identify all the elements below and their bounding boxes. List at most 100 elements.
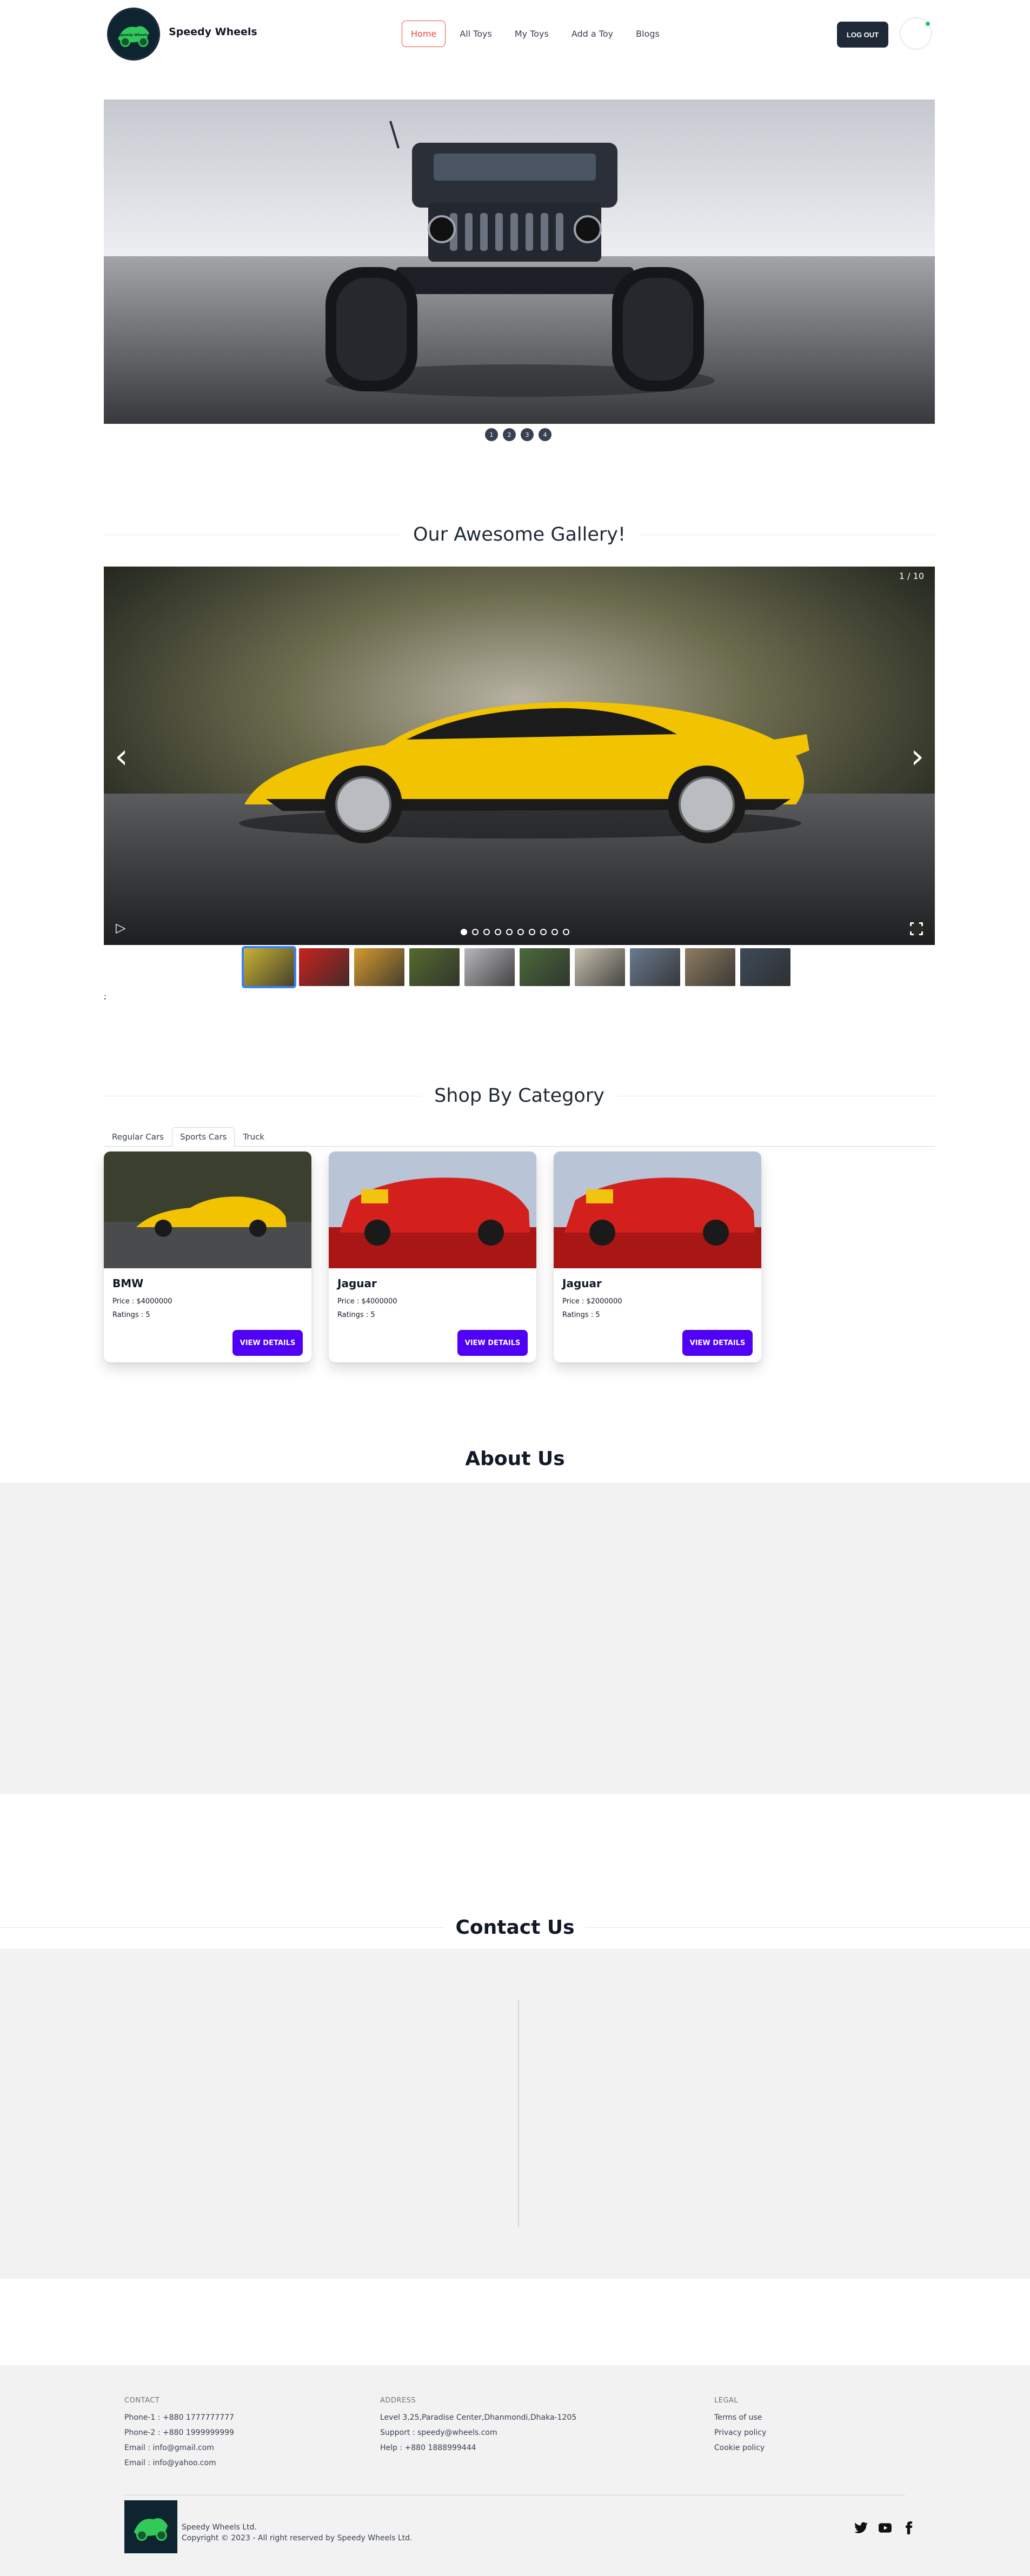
terms-link[interactable]: Terms of use [714, 2413, 766, 2422]
tab-sports-cars[interactable]: Sports Cars [171, 1127, 235, 1147]
product-cards: BMW Price : $4000000 Ratings : 5 VIEW DE… [104, 1151, 761, 1362]
footer-phone-1[interactable]: Phone-1 : +880 1777777777 [124, 2413, 234, 2422]
gallery-next-arrow-icon[interactable]: › [911, 740, 924, 773]
tab-truck[interactable]: Truck [235, 1127, 273, 1146]
product-rating: Ratings : 5 [112, 1311, 150, 1319]
logo-text: Speedy Wheels [119, 34, 149, 37]
nav-blogs[interactable]: Blogs [627, 21, 668, 46]
play-icon[interactable]: ▷ [116, 920, 125, 935]
shop-heading: Shop By Category [104, 1082, 935, 1109]
gallery-thumbnail[interactable] [464, 948, 515, 986]
footer-address: ADDRESS Level 3,25,Paradise Center,Dhanm… [380, 2397, 576, 2459]
gallery-image-yellow-sports-car [104, 567, 935, 945]
footer: CONTACT Phone-1 : +880 1777777777 Phone-… [0, 2365, 1030, 2576]
gallery-thumbnails [242, 946, 790, 988]
contact-content [0, 1949, 1030, 2279]
privacy-link[interactable]: Privacy policy [714, 2428, 766, 2437]
user-avatar[interactable] [900, 17, 932, 50]
gallery-dot[interactable] [563, 929, 569, 935]
product-name: Jaguar [562, 1277, 602, 1290]
company-name: Speedy Wheels Ltd. [182, 2523, 257, 2532]
nav-my-toys[interactable]: My Toys [506, 21, 557, 46]
gallery-heading: Our Awesome Gallery! [104, 521, 935, 548]
navbar: Speedy Wheels Speedy Wheels Home All Toy… [0, 0, 1030, 68]
logout-button[interactable]: LOG OUT [837, 22, 888, 48]
gallery-thumbnail[interactable] [575, 948, 625, 986]
gallery-thumbnail[interactable] [409, 948, 460, 986]
footer-support[interactable]: Support : speedy@wheels.com [380, 2428, 576, 2437]
gallery-dot[interactable] [551, 929, 558, 935]
youtube-icon[interactable] [878, 2521, 892, 2535]
gallery-prev-arrow-icon[interactable]: ‹ [115, 740, 128, 773]
footer-help[interactable]: Help : +880 1888999444 [380, 2444, 576, 2452]
footer-heading: LEGAL [714, 2397, 739, 2405]
gallery-dot[interactable] [540, 929, 547, 935]
gallery-dot[interactable] [517, 929, 524, 935]
hero-dot-4[interactable]: 4 [539, 428, 551, 441]
divider-line [0, 1927, 445, 1928]
product-card: Jaguar Price : $4000000 Ratings : 5 VIEW… [329, 1151, 536, 1362]
product-name: BMW [112, 1277, 144, 1290]
hero-dot-1[interactable]: 1 [485, 428, 498, 441]
product-image [554, 1151, 761, 1268]
nav-add-toy[interactable]: Add a Toy [563, 21, 622, 46]
facebook-icon[interactable] [902, 2521, 916, 2535]
gallery-title: Our Awesome Gallery! [413, 524, 626, 545]
hero-dot-2[interactable]: 2 [503, 428, 516, 441]
product-card: Jaguar Price : $2000000 Ratings : 5 VIEW… [554, 1151, 761, 1362]
tab-regular-cars[interactable]: Regular Cars [104, 1127, 172, 1146]
gallery-slider: 1 / 10 ‹ › ▷ [104, 567, 935, 945]
shop-title: Shop By Category [434, 1085, 604, 1107]
contact-title: Contact Us [455, 1916, 575, 1939]
hero-dot-3[interactable]: 3 [521, 428, 534, 441]
gallery-dot[interactable] [506, 929, 513, 935]
brand-logo[interactable]: Speedy Wheels [107, 8, 160, 61]
product-name: Jaguar [337, 1277, 377, 1290]
twitter-icon[interactable] [854, 2521, 868, 2535]
nav-home[interactable]: Home [402, 21, 446, 47]
footer-heading: ADDRESS [380, 2397, 416, 2405]
category-tabs: Regular Cars Sports Cars Truck [104, 1127, 935, 1147]
about-content [0, 1483, 1030, 1794]
gallery-dot[interactable] [461, 929, 467, 935]
gallery-thumbnail[interactable] [630, 948, 680, 986]
view-details-button[interactable]: VIEW DETAILS [457, 1330, 528, 1356]
hero-carousel [104, 99, 935, 424]
gallery-dots [461, 929, 569, 935]
contact-divider [518, 2000, 519, 2227]
gallery-dot[interactable] [529, 929, 535, 935]
footer-copyright: Speedy Wheels Ltd. Copyright © 2023 - Al… [182, 2522, 412, 2544]
view-details-button[interactable]: VIEW DETAILS [682, 1330, 753, 1356]
product-rating: Ratings : 5 [562, 1311, 600, 1319]
gallery-thumbnail[interactable] [520, 948, 570, 986]
divider-line [585, 1927, 1030, 1928]
nav-all-toys[interactable]: All Toys [451, 21, 501, 46]
footer-email-1[interactable]: Email : info@gmail.com [124, 2444, 234, 2452]
gallery-dot[interactable] [483, 929, 490, 935]
brand-name[interactable]: Speedy Wheels [169, 26, 257, 38]
about-title: About Us [465, 1448, 565, 1470]
gallery-note: ; [104, 993, 107, 1001]
footer-email-2[interactable]: Email : info@yahoo.com [124, 2459, 234, 2467]
cookie-link[interactable]: Cookie policy [714, 2444, 766, 2452]
footer-logo [124, 2500, 177, 2553]
copyright-text: Copyright © 2023 - All right reserved by… [182, 2534, 413, 2542]
gallery-counter: 1 / 10 [899, 571, 924, 581]
gallery-thumbnail[interactable] [685, 948, 735, 986]
footer-phone-2[interactable]: Phone-2 : +880 1999999999 [124, 2428, 234, 2437]
footer-heading: CONTACT [124, 2397, 160, 2405]
gallery-thumbnail[interactable] [354, 948, 404, 986]
gallery-thumbnail[interactable] [740, 948, 790, 986]
gallery-dot[interactable] [495, 929, 501, 935]
main-nav: Home All Toys My Toys Add a Toy Blogs [402, 21, 668, 47]
hero-pagination: 1 2 3 4 [485, 428, 551, 441]
view-details-button[interactable]: VIEW DETAILS [232, 1330, 303, 1356]
product-rating: Ratings : 5 [337, 1311, 375, 1319]
product-price: Price : $4000000 [112, 1297, 172, 1306]
gallery-thumbnail[interactable] [299, 948, 349, 986]
product-image [329, 1151, 536, 1268]
gallery-dot[interactable] [472, 929, 479, 935]
gallery-thumbnail[interactable] [242, 946, 296, 988]
product-card: BMW Price : $4000000 Ratings : 5 VIEW DE… [104, 1151, 311, 1362]
fullscreen-icon[interactable] [909, 922, 923, 936]
